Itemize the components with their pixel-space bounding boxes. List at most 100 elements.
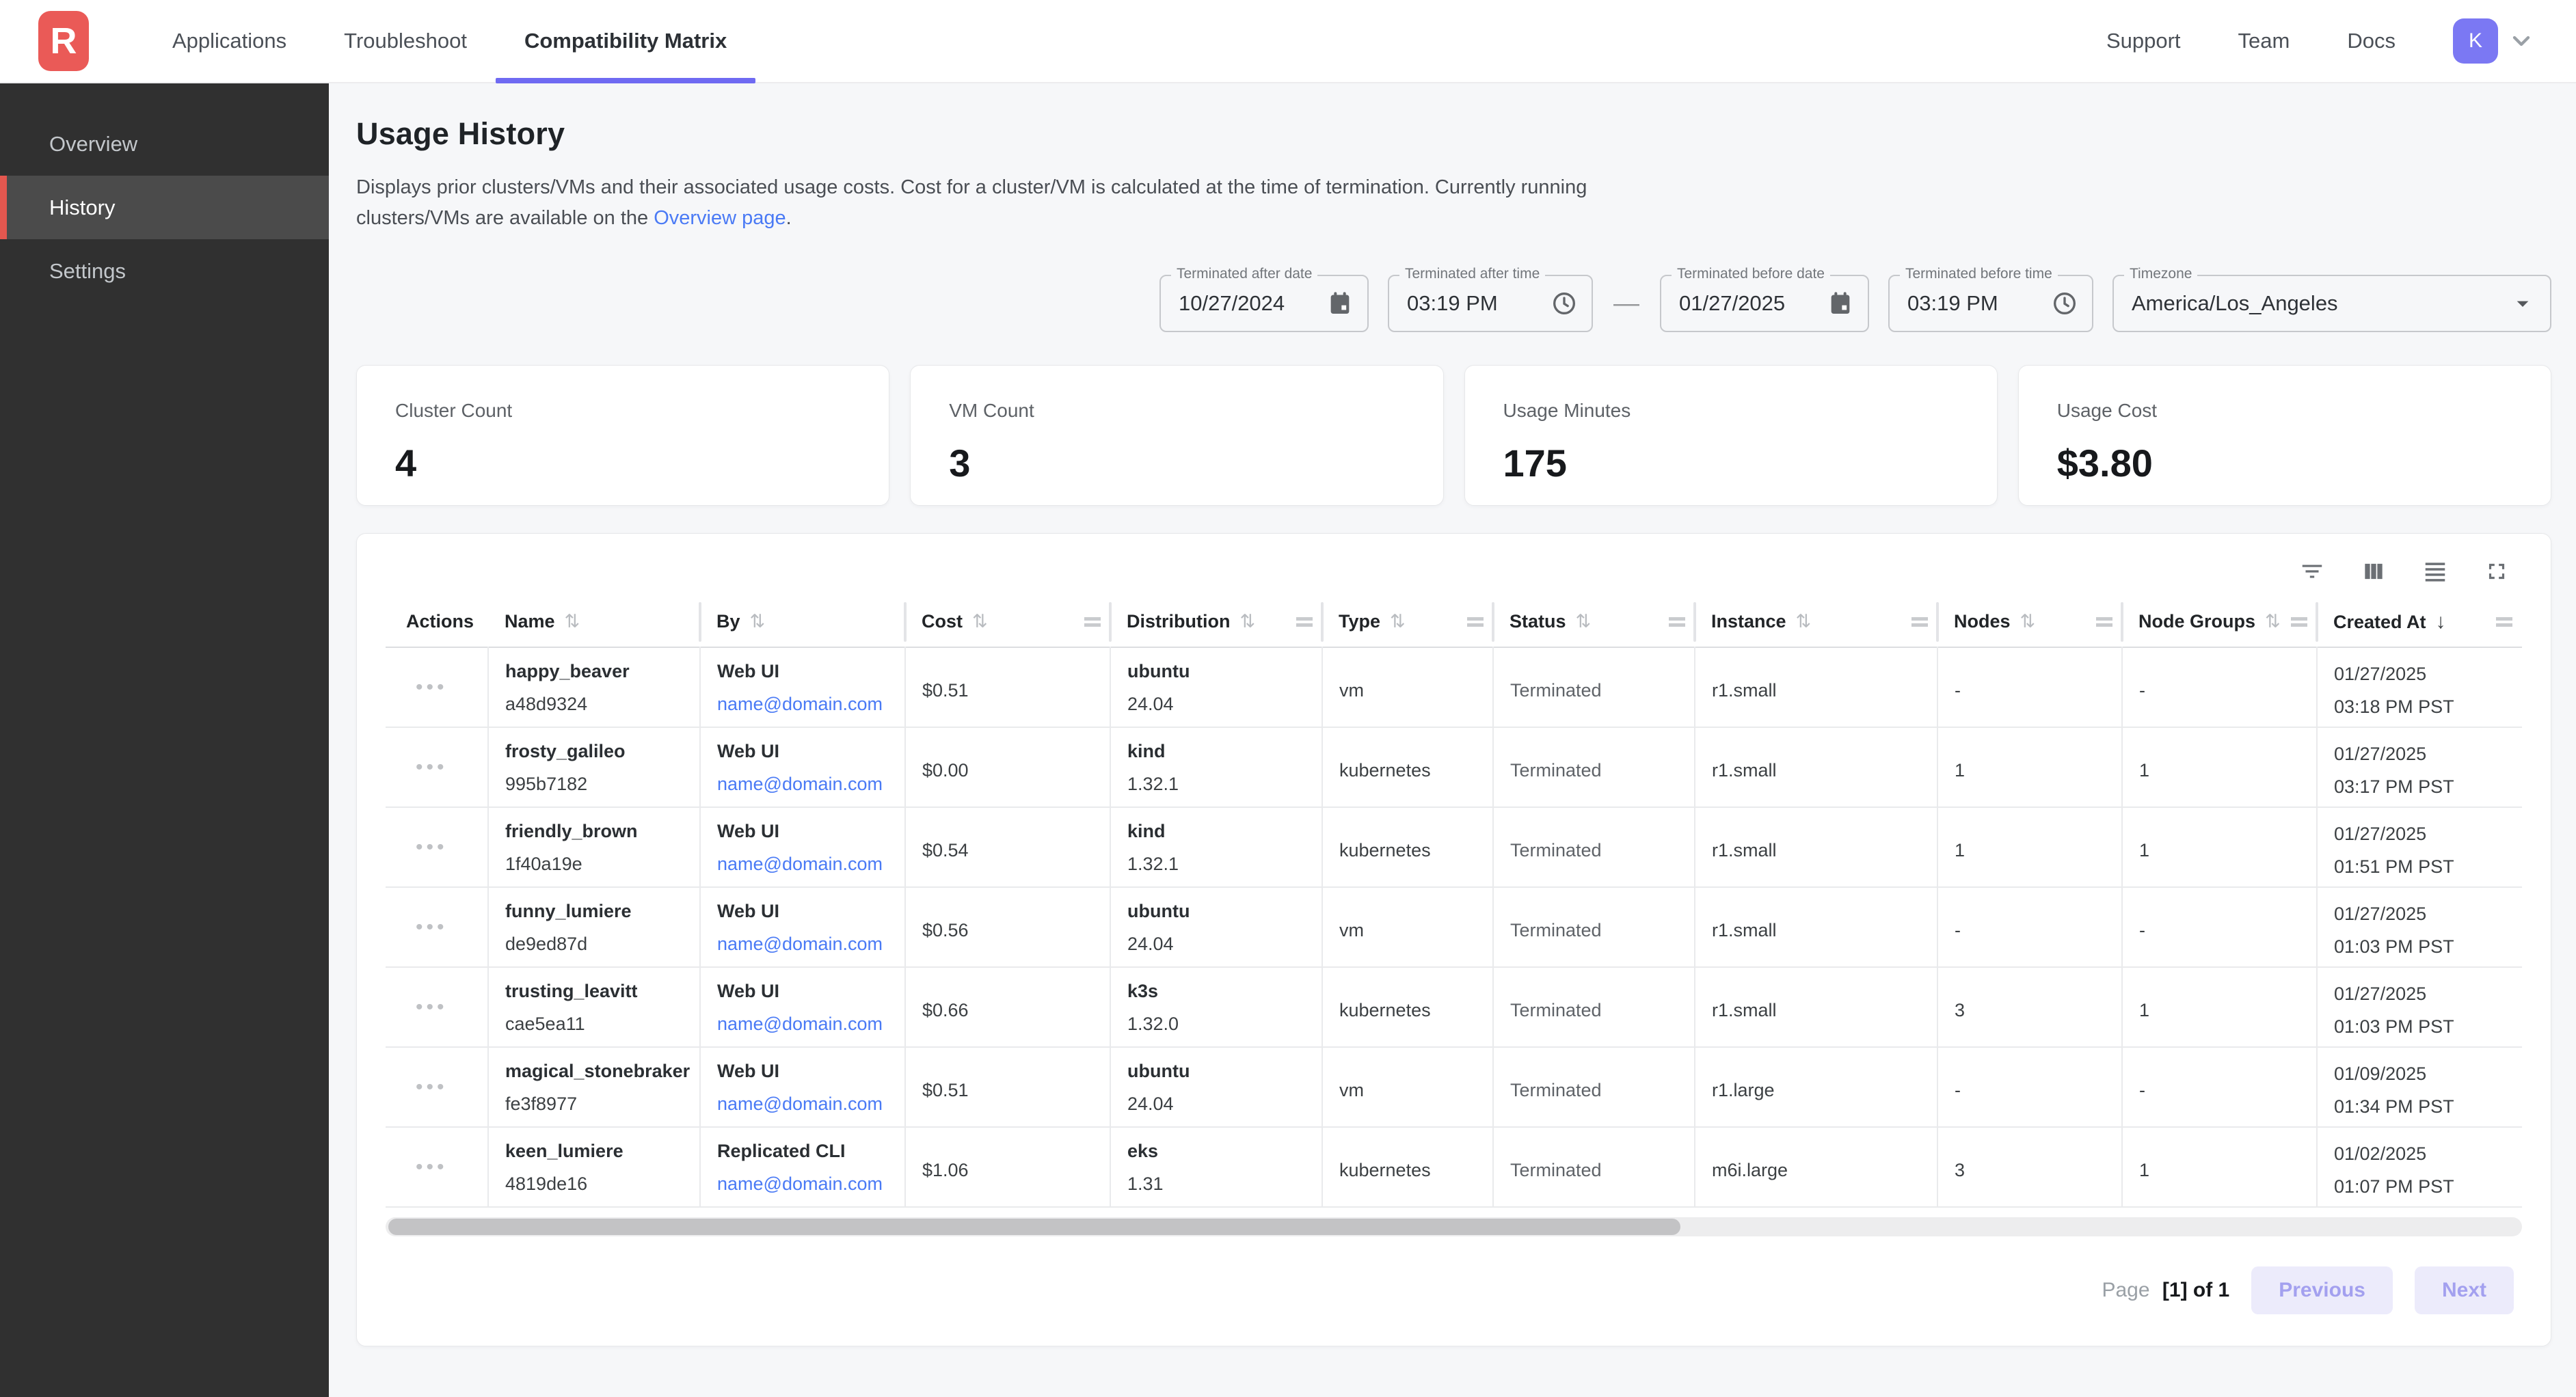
terminated-before-time-field[interactable]: Terminated before time 03:19 PM [1888, 275, 2093, 332]
scrollbar-thumb[interactable] [388, 1219, 1680, 1235]
status-badge: Terminated [1510, 757, 1687, 784]
column-header-by[interactable]: By⇅ [700, 597, 905, 647]
chevron-down-icon[interactable] [2508, 27, 2535, 55]
team-link[interactable]: Team [2238, 29, 2290, 53]
timezone-select[interactable]: Timezone America/Los_Angeles [2112, 275, 2551, 332]
row-actions-menu-icon[interactable]: ••• [402, 916, 448, 939]
cell-name: magical_stonebrakerfe3f8977 [488, 1047, 700, 1127]
column-resize-handle-icon[interactable] [2096, 617, 2112, 627]
created-by-email-link[interactable]: name@domain.com [717, 1170, 883, 1197]
cell-cost: $0.54 [905, 807, 1110, 887]
clock-icon[interactable] [2051, 290, 2078, 317]
avatar[interactable]: K [2453, 18, 2498, 64]
row-actions-menu-icon[interactable]: ••• [402, 836, 448, 859]
column-header-instance[interactable]: Instance⇅ [1695, 597, 1937, 647]
column-header-type[interactable]: Type⇅ [1322, 597, 1493, 647]
row-actions-menu-icon[interactable]: ••• [402, 1156, 448, 1179]
sidebar-item-overview[interactable]: Overview [0, 112, 329, 176]
column-resize-handle-icon[interactable] [1467, 617, 1484, 627]
cell-type: vm [1322, 887, 1493, 967]
terminated-after-date-field[interactable]: Terminated after date 10/27/2024 [1159, 275, 1369, 332]
support-link[interactable]: Support [2106, 29, 2181, 53]
cell-type: vm [1322, 647, 1493, 727]
column-resize-handle-icon[interactable] [1911, 617, 1928, 627]
calendar-icon[interactable] [1326, 290, 1354, 317]
replicated-logo[interactable]: R [38, 11, 89, 71]
sort-updown-icon[interactable]: ⇅ [1796, 611, 1812, 632]
cell-cost: $1.06 [905, 1127, 1110, 1207]
cell-type: vm [1322, 1047, 1493, 1127]
column-header-cost[interactable]: Cost⇅ [905, 597, 1110, 647]
row-actions-menu-icon[interactable]: ••• [402, 676, 448, 699]
sort-updown-icon[interactable]: ⇅ [1239, 611, 1255, 632]
cell-by: Web UIname@domain.com [700, 887, 905, 967]
cell-created-at: 01/27/202503:18 PM PST [2317, 647, 2522, 727]
row-actions-menu-icon[interactable]: ••• [402, 1076, 448, 1099]
cell-distribution: ubuntu24.04 [1110, 1047, 1322, 1127]
column-header-created-at[interactable]: Created At↓ [2317, 597, 2522, 647]
cell-type: kubernetes [1322, 807, 1493, 887]
docs-link[interactable]: Docs [2347, 29, 2396, 53]
cell-node-groups: - [2122, 647, 2317, 727]
created-by-email-link[interactable]: name@domain.com [717, 930, 883, 958]
column-header-status[interactable]: Status⇅ [1493, 597, 1695, 647]
column-header-distribution[interactable]: Distribution⇅ [1110, 597, 1322, 647]
cell-created-at: 01/27/202501:03 PM PST [2317, 967, 2522, 1047]
row-actions-menu-icon[interactable]: ••• [402, 996, 448, 1019]
account-menu[interactable]: K [2453, 18, 2535, 64]
column-resize-handle-icon[interactable] [1296, 617, 1313, 627]
density-icon[interactable] [2422, 558, 2448, 584]
sort-updown-icon[interactable]: ⇅ [2265, 611, 2281, 632]
columns-icon[interactable] [2361, 558, 2387, 584]
previous-page-button[interactable]: Previous [2251, 1266, 2393, 1314]
column-resize-handle-icon[interactable] [2496, 617, 2512, 627]
created-by-source: Web UI [717, 1057, 898, 1085]
created-by-email-link[interactable]: name@domain.com [717, 690, 883, 718]
column-header-node-groups[interactable]: Node Groups⇅ [2122, 597, 2317, 647]
overview-page-link[interactable]: Overview page [654, 207, 786, 229]
next-page-button[interactable]: Next [2415, 1266, 2514, 1314]
cell-created-at: 01/27/202503:17 PM PST [2317, 727, 2522, 807]
created-by-email-link[interactable]: name@domain.com [717, 1090, 883, 1117]
sort-updown-icon[interactable]: ⇅ [1576, 611, 1592, 632]
row-actions-menu-icon[interactable]: ••• [402, 756, 448, 779]
table-row: •••happy_beavera48d9324Web UIname@domain… [386, 647, 2522, 727]
sort-updown-icon[interactable]: ⇅ [2020, 611, 2036, 632]
distribution-name: k3s [1127, 977, 1315, 1005]
sort-desc-icon[interactable]: ↓ [2436, 610, 2446, 633]
calendar-icon[interactable] [1827, 290, 1854, 317]
type-value: vm [1339, 677, 1486, 704]
sidebar-item-settings[interactable]: Settings [0, 239, 329, 303]
tab-troubleshoot[interactable]: Troubleshoot [315, 0, 496, 82]
tab-compatibility-matrix[interactable]: Compatibility Matrix [496, 0, 755, 82]
created-time: 01:07 PM PST [2334, 1173, 2515, 1200]
tab-applications[interactable]: Applications [144, 0, 315, 82]
filter-icon[interactable] [2299, 558, 2325, 584]
created-date: 01/27/2025 [2334, 980, 2515, 1007]
created-by-email-link[interactable]: name@domain.com [717, 1010, 883, 1037]
instance-type: r1.large [1712, 1076, 1930, 1104]
column-header-nodes[interactable]: Nodes⇅ [1937, 597, 2122, 647]
sort-updown-icon[interactable]: ⇅ [1390, 611, 1406, 632]
terminated-after-time-field[interactable]: Terminated after time 03:19 PM [1388, 275, 1593, 332]
fullscreen-icon[interactable] [2484, 558, 2510, 584]
created-by-email-link[interactable]: name@domain.com [717, 770, 883, 798]
sidebar-item-history[interactable]: History [0, 176, 329, 239]
clock-icon[interactable] [1551, 290, 1578, 317]
column-resize-handle-icon[interactable] [1084, 617, 1101, 627]
column-resize-handle-icon[interactable] [1669, 617, 1685, 627]
horizontal-scrollbar[interactable] [386, 1217, 2522, 1236]
sort-updown-icon[interactable]: ⇅ [972, 611, 988, 632]
cell-actions: ••• [386, 1127, 488, 1207]
cell-status: Terminated [1493, 727, 1695, 807]
terminated-before-date-field[interactable]: Terminated before date 01/27/2025 [1660, 275, 1869, 332]
cell-created-at: 01/27/202501:03 PM PST [2317, 887, 2522, 967]
sort-updown-icon[interactable]: ⇅ [750, 611, 766, 632]
sort-updown-icon[interactable]: ⇅ [565, 611, 580, 632]
created-time: 03:18 PM PST [2334, 693, 2515, 720]
created-by-email-link[interactable]: name@domain.com [717, 850, 883, 878]
column-separator [1693, 602, 1696, 642]
column-header-name[interactable]: Name⇅ [488, 597, 700, 647]
column-resize-handle-icon[interactable] [2291, 617, 2307, 627]
dropdown-arrow-icon[interactable] [2509, 290, 2536, 317]
